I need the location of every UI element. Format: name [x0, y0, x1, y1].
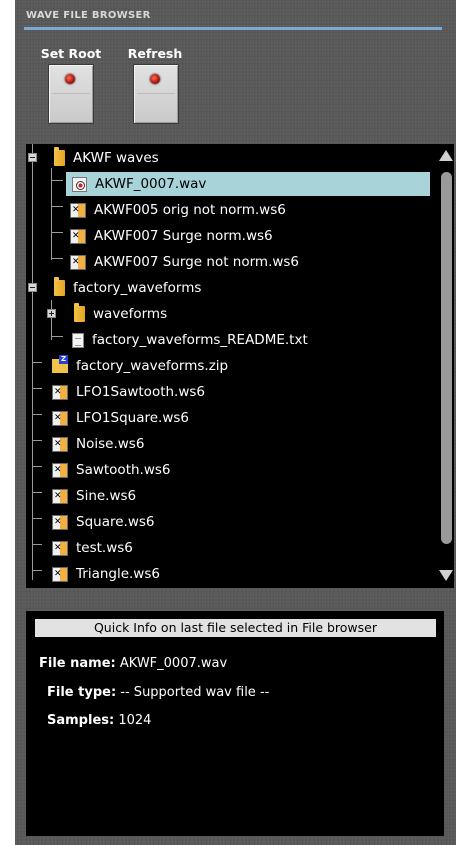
file-type-label: File type: [47, 685, 117, 700]
ws6-file-icon: ✕ [52, 488, 68, 504]
tree-item-waveforms[interactable]: waveforms [74, 302, 167, 326]
tree-scrollbar[interactable] [438, 144, 454, 588]
folder-icon [74, 303, 85, 322]
quick-info-panel: Quick Info on last file selected in File… [26, 611, 444, 836]
tree-item-label: factory_waveforms.zip [76, 358, 229, 374]
ws6-file-icon: ✕ [52, 462, 68, 478]
set-root-label: Set Root [40, 46, 102, 61]
ws6-file-icon: ✕ [52, 540, 68, 556]
tree-item-square[interactable]: ✕ Square.ws6 [52, 510, 154, 534]
tree-item-noise[interactable]: ✕ Noise.ws6 [52, 432, 144, 456]
folder-icon [54, 147, 65, 166]
ws6-file-icon: ✕ [70, 202, 86, 218]
tree-item-test[interactable]: ✕ test.ws6 [52, 536, 133, 560]
expand-waveforms-icon[interactable] [47, 309, 56, 318]
tree-item-factory-waveforms-zip[interactable]: factory_waveforms.zip [52, 354, 228, 378]
folder-icon [54, 277, 65, 296]
ws6-file-icon: ✕ [52, 410, 68, 426]
collapse-akwf-waves-icon[interactable] [28, 153, 37, 162]
file-name-value: AKWF_0007.wav [119, 656, 228, 671]
samples-value: 1024 [118, 713, 152, 728]
scroll-down-icon[interactable] [439, 570, 453, 581]
tree-item-label: Triangle.ws6 [76, 566, 160, 582]
tree-item-label: AKWF waves [73, 150, 159, 166]
zip-file-icon [52, 355, 68, 373]
quick-info-header: Quick Info on last file selected in File… [35, 619, 436, 637]
file-type-value: -- Supported wav file -- [120, 685, 270, 700]
tree-item-lfo1sawtooth[interactable]: ✕ LFO1Sawtooth.ws6 [52, 380, 205, 404]
file-tree[interactable]: AKWF waves AKWF_0007.wav ✕ AKWF005 orig … [26, 144, 454, 588]
tree-item-label: Square.ws6 [76, 514, 155, 530]
tree-item-lfo1square[interactable]: ✕ LFO1Square.ws6 [52, 406, 189, 430]
tree-item-sine[interactable]: ✕ Sine.ws6 [52, 484, 136, 508]
scroll-up-icon[interactable] [439, 150, 453, 161]
panel-title: WAVE FILE BROWSER [26, 10, 151, 21]
ws6-file-icon: ✕ [52, 436, 68, 452]
collapse-factory-waveforms-icon[interactable] [28, 283, 37, 292]
tree-item-label: factory_waveforms [73, 280, 202, 296]
ws6-file-icon: ✕ [52, 514, 68, 530]
tree-item-label: waveforms [93, 306, 168, 322]
tree-item-readme[interactable]: factory_waveforms_README.txt [72, 328, 308, 352]
title-divider [24, 27, 442, 30]
tree-item-label: AKWF007 Surge norm.ws6 [94, 228, 273, 244]
ws6-file-icon: ✕ [52, 384, 68, 400]
tree-item-label: AKWF005 orig not norm.ws6 [94, 202, 286, 218]
text-file-icon [72, 332, 84, 348]
ws6-file-icon: ✕ [52, 566, 68, 582]
tree-item-label: test.ws6 [76, 540, 133, 556]
wave-file-browser-panel: WAVE FILE BROWSER Set Root Refresh AKWF … [15, 0, 456, 845]
refresh-led-icon [150, 74, 160, 84]
set-root-button[interactable] [48, 64, 94, 124]
tree-item-triangle[interactable]: ✕ Triangle.ws6 [52, 562, 160, 586]
refresh-label: Refresh [127, 46, 183, 61]
ws6-file-icon: ✕ [70, 254, 86, 270]
tree-item-label: AKWF_0007.wav [95, 176, 207, 192]
tree-item-label: factory_waveforms_README.txt [92, 332, 308, 348]
tree-item-akwf007-surge-norm[interactable]: ✕ AKWF007 Surge norm.ws6 [70, 224, 273, 248]
samples-label: Samples: [47, 713, 115, 728]
tree-item-label: Sine.ws6 [76, 488, 137, 504]
tree-item-label: Noise.ws6 [76, 436, 145, 452]
samples-row: Samples: 1024 [47, 713, 151, 728]
file-name-row: File name: AKWF_0007.wav [39, 656, 227, 671]
tree-item-label: LFO1Square.ws6 [76, 410, 189, 426]
set-root-led-icon [65, 74, 75, 84]
ws6-file-icon: ✕ [70, 228, 86, 244]
file-type-row: File type: -- Supported wav file -- [47, 685, 269, 700]
tree-item-label: Sawtooth.ws6 [76, 462, 171, 478]
tree-item-sawtooth[interactable]: ✕ Sawtooth.ws6 [52, 458, 171, 482]
tree-item-akwf-0007-wav[interactable]: AKWF_0007.wav [66, 172, 430, 196]
tree-item-akwf005-orig[interactable]: ✕ AKWF005 orig not norm.ws6 [70, 198, 286, 222]
scrollbar-thumb[interactable] [441, 172, 452, 544]
file-name-label: File name: [39, 656, 116, 671]
tree-item-label: AKWF007 Surge not norm.ws6 [94, 254, 300, 270]
tree-item-akwf007-surge-not-norm[interactable]: ✕ AKWF007 Surge not norm.ws6 [70, 250, 299, 274]
refresh-button[interactable] [133, 64, 179, 124]
tree-item-label: LFO1Sawtooth.ws6 [76, 384, 206, 400]
tree-item-akwf-waves[interactable]: AKWF waves [54, 146, 159, 170]
tree-item-factory-waveforms[interactable]: factory_waveforms [54, 276, 201, 300]
wav-file-icon [72, 176, 87, 192]
